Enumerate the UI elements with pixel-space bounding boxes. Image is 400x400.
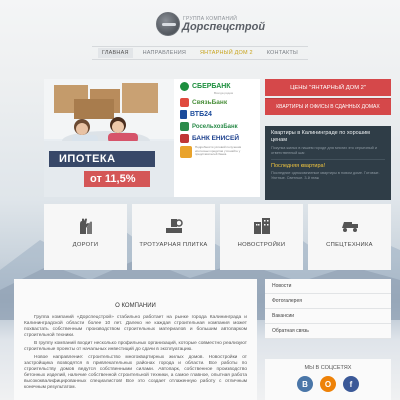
nav-item-contacts[interactable]: КОНТАКТЫ bbox=[263, 48, 302, 58]
category-roads-label: ДОРОГИ bbox=[72, 242, 99, 248]
category-roads[interactable]: ДОРОГИ bbox=[44, 204, 127, 270]
about-paragraph: Новое направление: строительство многокв… bbox=[24, 355, 247, 390]
bank-rosselkhozbank-label: РосельхозБанк bbox=[192, 123, 238, 130]
main-nav: ГЛАВНАЯ НАПРАВЛЕНИЯ ЯНТАРНЫЙ ДОМ 2 КОНТА… bbox=[92, 46, 308, 60]
news-title-2[interactable]: Последняя квартира! bbox=[271, 163, 385, 169]
company-logo[interactable]: ГРУППА КОМПАНИЙ Дорспецстрой bbox=[156, 10, 265, 38]
header: ГРУППА КОМПАНИЙ Дорспецстрой ГЛАВНАЯ НАП… bbox=[0, 0, 400, 64]
bank-sberbank-label: СБЕРБАНК bbox=[192, 83, 231, 90]
about-paragraph: Группа компаний «Дорспецстрой» стабильно… bbox=[24, 315, 247, 338]
ok-icon[interactable]: О bbox=[320, 376, 336, 392]
bank-disclaimer: Подробности условий получения ипотечных … bbox=[180, 145, 256, 158]
rosselkhozbank-logo-icon bbox=[180, 122, 189, 131]
sidebar: Новости Фотогалерея Вакансии Обратная св… bbox=[265, 279, 391, 400]
mortgage-banner[interactable]: ИПОТЕКА от 11,5% СБЕРБАНК Всегда рядом С… bbox=[44, 79, 260, 197]
sidebar-item-feedback[interactable]: Обратная связь bbox=[265, 324, 391, 339]
yenisei-logo-icon bbox=[180, 134, 189, 143]
logo-emblem-icon bbox=[156, 12, 180, 36]
flats-offices-button[interactable]: КВАРТИРЫ И ОФИСЫ В СДАННЫХ ДОМАХ bbox=[265, 98, 391, 115]
nav-item-home[interactable]: ГЛАВНАЯ bbox=[98, 48, 133, 58]
category-paving-label: ТРОТУАРНАЯ ПЛИТКА bbox=[139, 242, 208, 248]
about-section: О КОМПАНИИ Группа компаний «Дорспецстрой… bbox=[14, 279, 257, 400]
nav-item-amber-house[interactable]: ЯНТАРНЫЙ ДОМ 2 bbox=[196, 48, 257, 58]
social-icons: В О f bbox=[265, 376, 391, 392]
sidebar-item-news[interactable]: Новости bbox=[265, 279, 391, 294]
category-new-buildings[interactable]: НОВОСТРОЙКИ bbox=[220, 204, 303, 270]
svyazbank-logo-icon bbox=[180, 98, 189, 107]
bank-disclaimer-text: Подробности условий получения ипотечных … bbox=[195, 145, 242, 157]
news-card[interactable]: Квартиры в Калининграде по хорошим ценам… bbox=[265, 126, 391, 200]
category-machinery[interactable]: СПЕЦТЕХНИКА bbox=[308, 204, 391, 270]
mortgage-headline: ИПОТЕКА bbox=[49, 151, 155, 167]
bank-vtb24: ВТБ24 bbox=[180, 110, 256, 119]
house-icon bbox=[180, 146, 192, 158]
bank-svyazbank: СвязьБанк bbox=[180, 98, 256, 107]
truck-icon bbox=[341, 222, 358, 232]
news-text-2: Последние однокомнатные квартиры в новом… bbox=[271, 171, 380, 180]
nav-item-directions[interactable]: НАПРАВЛЕНИЯ bbox=[139, 48, 190, 58]
about-title: О КОМПАНИИ bbox=[115, 303, 156, 309]
building-icon bbox=[253, 218, 270, 234]
bank-svyazbank-label: СвязьБанк bbox=[192, 99, 228, 106]
gloves-icon bbox=[79, 218, 92, 234]
sidebar-item-gallery[interactable]: Фотогалерея bbox=[265, 294, 391, 309]
bank-rosselkhozbank: РосельхозБанк bbox=[180, 122, 256, 131]
vk-icon[interactable]: В bbox=[297, 376, 313, 392]
bank-sberbank-slogan: Всегда рядом bbox=[214, 91, 234, 95]
news-text-1: Покупка жилья в нашем городе для многих … bbox=[271, 146, 377, 155]
bank-sberbank: СБЕРБАНК bbox=[180, 82, 256, 91]
category-paving[interactable]: ТРОТУАРНАЯ ПЛИТКА bbox=[132, 204, 215, 270]
bank-vtb24-label: ВТБ24 bbox=[190, 111, 212, 118]
bank-yenisei: БАНК ЕНИСЕЙ bbox=[180, 134, 256, 143]
about-paragraph: В группу компаний входит несколько профи… bbox=[24, 341, 247, 352]
category-new-buildings-label: НОВОСТРОЙКИ bbox=[237, 242, 286, 248]
logo-title: Дорспецстрой bbox=[182, 21, 266, 33]
social-title: МЫ В СОЦСЕТЯХ bbox=[304, 365, 352, 371]
news-title-1[interactable]: Квартиры в Калининграде по хорошим ценам bbox=[271, 130, 385, 144]
vtb-logo-icon bbox=[180, 110, 187, 119]
bank-partners: СБЕРБАНК Всегда рядом СвязьБанк ВТБ24 Ро… bbox=[176, 79, 260, 197]
mortgage-rate: от 11,5% bbox=[84, 171, 150, 187]
tile-press-icon bbox=[165, 219, 183, 233]
facebook-icon[interactable]: f bbox=[343, 376, 359, 392]
sidebar-item-vacancies[interactable]: Вакансии bbox=[265, 309, 391, 324]
news-divider bbox=[271, 159, 385, 160]
sberbank-logo-icon bbox=[180, 82, 189, 91]
social-block: МЫ В СОЦСЕТЯХ В О f bbox=[265, 359, 391, 400]
bank-yenisei-label: БАНК ЕНИСЕЙ bbox=[192, 135, 239, 142]
prices-button[interactable]: ЦЕНЫ "ЯНТАРНЫЙ ДОМ 2" bbox=[265, 79, 391, 96]
category-machinery-label: СПЕЦТЕХНИКА bbox=[326, 242, 373, 248]
category-tiles: ДОРОГИ ТРОТУАРНАЯ ПЛИТКА НОВОСТРОЙКИ СПЕ… bbox=[44, 204, 391, 270]
